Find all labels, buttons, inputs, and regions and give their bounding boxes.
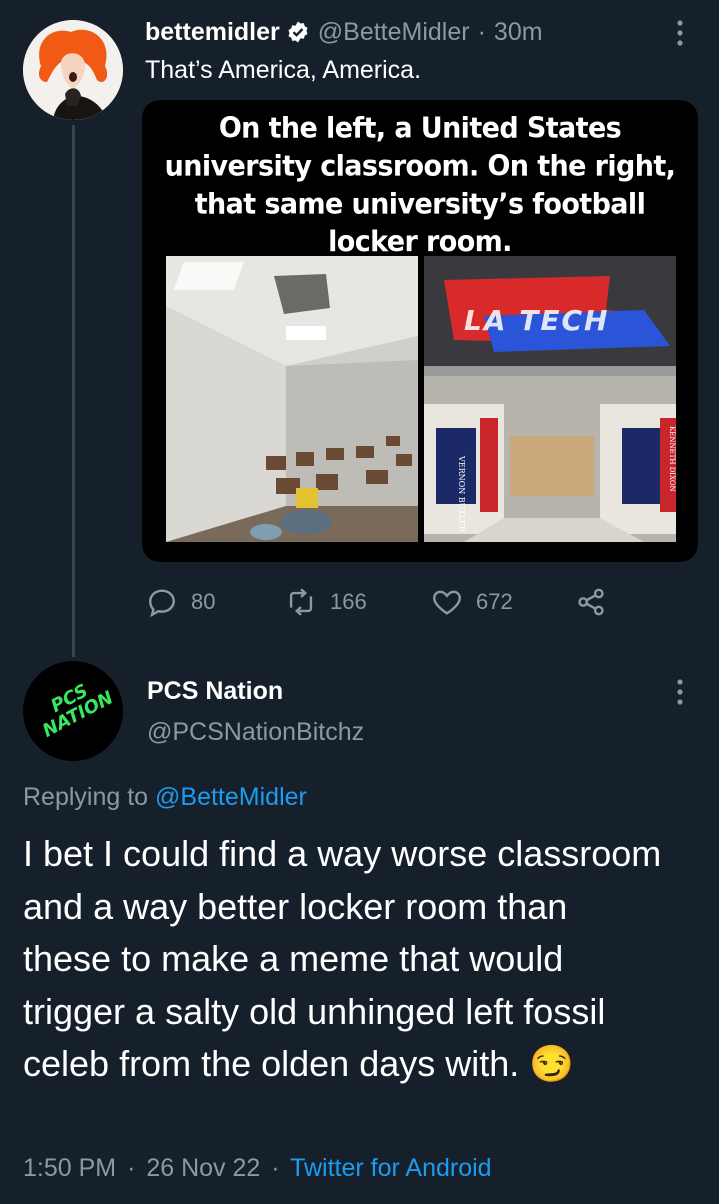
- classroom-photo: [166, 256, 418, 542]
- reply-date[interactable]: 26 Nov 22: [146, 1154, 260, 1182]
- reply-count: 80: [191, 589, 216, 614]
- reply-display-name[interactable]: PCS Nation: [147, 677, 283, 706]
- replying-to-label: Replying to: [23, 783, 156, 811]
- replying-to: Replying to @BetteMidler: [23, 783, 307, 812]
- share-icon: [578, 588, 604, 616]
- tweet-image[interactable]: On the left, a United States university …: [142, 100, 698, 562]
- retweet-count: 166: [330, 589, 367, 614]
- reply-button[interactable]: 80: [145, 585, 215, 619]
- tweet-text: That’s America, America.: [145, 56, 422, 84]
- reply-handle[interactable]: @PCSNationBitchz: [147, 718, 364, 747]
- like-button[interactable]: 672: [430, 585, 513, 619]
- bette-avatar-image: [23, 20, 123, 120]
- verified-badge-icon: [286, 20, 310, 44]
- heart-icon: [433, 590, 461, 615]
- reply-avatar[interactable]: PCS NATION: [23, 661, 123, 761]
- jersey-name-left: VERNON BUTLER: [457, 456, 466, 532]
- tweet-header: bettemidler @BetteMidler · 30m: [145, 14, 543, 50]
- retweet-button[interactable]: 166: [284, 585, 367, 619]
- reply-meta: 1:50 PM · 26 Nov 22 · Twitter for Androi…: [23, 1154, 492, 1183]
- like-count: 672: [476, 589, 513, 614]
- reply-icon: [149, 589, 175, 618]
- meme-caption-text: On the left, a United States university …: [164, 112, 676, 259]
- timestamp[interactable]: 30m: [494, 18, 543, 47]
- handle[interactable]: @BetteMidler: [318, 18, 470, 47]
- locker-banner-text: LA TECH: [464, 304, 610, 337]
- meme-caption: On the left, a United States university …: [142, 110, 698, 261]
- avatar[interactable]: [23, 20, 123, 120]
- separator-dot: ·: [477, 17, 486, 46]
- retweet-icon: [289, 588, 313, 616]
- more-options-icon[interactable]: [673, 16, 687, 54]
- reply-avatar-text: PCS NATION: [39, 680, 117, 742]
- thread-line: [72, 125, 75, 657]
- reply-more-options-icon[interactable]: [673, 675, 687, 713]
- share-button[interactable]: [574, 585, 608, 619]
- replying-to-handle[interactable]: @BetteMidler: [155, 783, 307, 811]
- reply-text: I bet I could find a way worse classroom…: [23, 833, 662, 1084]
- meta-dot: ·: [127, 1154, 136, 1182]
- meta-dot: ·: [271, 1154, 280, 1182]
- locker-room-photo: LA TECH VERNON BUTLER KENNETH DIXON: [424, 256, 676, 542]
- reply-time[interactable]: 1:50 PM: [23, 1154, 116, 1182]
- jersey-name-right: KENNETH DIXON: [668, 426, 676, 492]
- display-name[interactable]: bettemidler: [145, 18, 280, 47]
- reply-source-link[interactable]: Twitter for Android: [290, 1154, 491, 1182]
